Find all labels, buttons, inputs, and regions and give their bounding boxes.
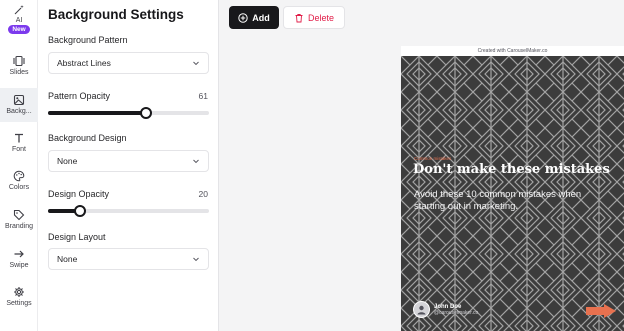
add-button-label: Add [252,12,270,23]
trash-icon [295,13,303,22]
text-icon [15,133,23,143]
magic-wand-icon [14,5,24,15]
chevron-down-icon [193,61,199,66]
pattern-opacity-slider[interactable] [48,107,209,119]
slider-thumb[interactable] [140,107,153,119]
slider-thumb[interactable] [74,205,87,217]
design-layout-value: None [57,254,78,264]
design-layout-select[interactable]: None [48,248,209,270]
author-block: John Doe @carouselmaker.co [413,301,478,318]
rail-item-background[interactable]: Backg... [0,88,38,122]
new-badge: New [8,25,30,34]
background-design-value: None [57,156,78,166]
author-handle: @carouselmaker.co [434,309,479,316]
rail-item-branding[interactable]: Branding [0,209,38,230]
user-icon [417,305,426,315]
delete-button-label: Delete [307,12,334,23]
background-design-label: Background Design [48,133,127,143]
background-settings-panel: Background Settings Background Pattern A… [38,0,219,331]
slide-background: Common mistakes Don't make these mistake… [401,56,624,331]
background-design-select[interactable]: None [48,150,209,172]
rail-item-colors[interactable]: Colors [0,170,38,191]
avatar [413,301,430,318]
palette-icon [13,170,25,182]
tag-icon [13,209,25,221]
chevron-down-icon [193,159,199,164]
rail-item-label: Swipe [9,262,29,269]
gear-icon [14,287,24,297]
chevron-down-icon [193,257,199,262]
delete-button[interactable]: Delete [283,6,345,29]
rail-item-label: Font [11,146,26,153]
slide-preview[interactable]: Created with CarouselMaker.co Common mis… [401,46,624,331]
design-opacity-slider[interactable] [48,205,209,217]
rail-item-label: Slides [9,69,29,76]
design-layout-label: Design Layout [48,232,106,242]
rail-item-label: AI [15,17,23,24]
design-opacity-value: 20 [198,189,208,199]
rail-item-swipe[interactable]: Swipe [0,248,38,269]
add-button[interactable]: Add [229,6,279,29]
left-rail: AI New Slides Backg... Font Colors Brand… [0,0,38,331]
plus-circle-icon [238,12,248,23]
pattern-opacity-label: Pattern Opacity [48,91,111,101]
rail-item-slides[interactable]: Slides [0,55,38,76]
rail-item-font[interactable]: Font [0,132,38,153]
background-pattern-select[interactable]: Abstract Lines [48,52,209,74]
background-pattern-value: Abstract Lines [57,58,111,68]
slider-fill [48,111,147,115]
rail-item-label: Backg... [6,108,32,115]
swipe-arrow-icon [586,304,616,318]
background-pattern-label: Background Pattern [48,35,128,45]
rail-item-label: Colors [8,184,30,191]
slide-headline: Don't make these mistakes [413,162,610,177]
slides-icon [13,55,25,67]
pattern-opacity-value: 61 [198,91,208,101]
rail-item-ai[interactable]: AI New [0,4,38,34]
rail-item-settings[interactable]: Settings [0,286,38,307]
slide-subtext: Avoid these 10 common mistakes when star… [414,189,582,212]
design-opacity-label: Design Opacity [48,189,110,199]
rail-item-label: Settings [6,300,32,307]
watermark-text: Created with CarouselMaker.co [477,48,548,54]
panel-title: Background Settings [48,7,184,22]
slide-eyebrow: Common mistakes [414,156,452,161]
rail-item-label: Branding [4,223,34,230]
image-icon [13,94,25,106]
arrow-right-icon [14,250,24,258]
